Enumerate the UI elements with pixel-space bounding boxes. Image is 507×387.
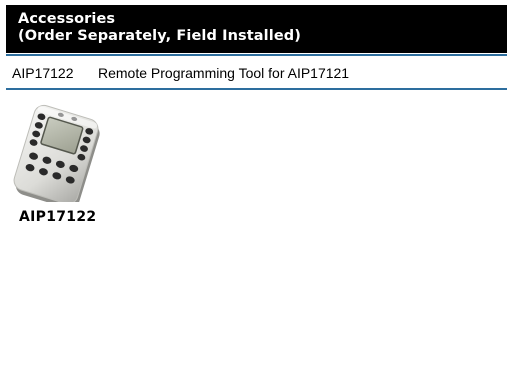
header-divider: [6, 54, 507, 56]
remote-programming-tool-icon: [6, 102, 116, 202]
product-caption: AIP17122: [19, 209, 97, 225]
section-header: Accessories (Order Separately, Field Ins…: [6, 5, 507, 53]
accessory-description: Remote Programming Tool for AIP17121: [98, 65, 350, 81]
section-subtitle: (Order Separately, Field Installed): [18, 28, 301, 44]
section-title: Accessories: [18, 11, 116, 27]
accessory-row: AIP17122 Remote Programming Tool for AIP…: [6, 58, 507, 88]
row-divider: [6, 88, 507, 90]
accessory-code: AIP17122: [12, 65, 74, 81]
